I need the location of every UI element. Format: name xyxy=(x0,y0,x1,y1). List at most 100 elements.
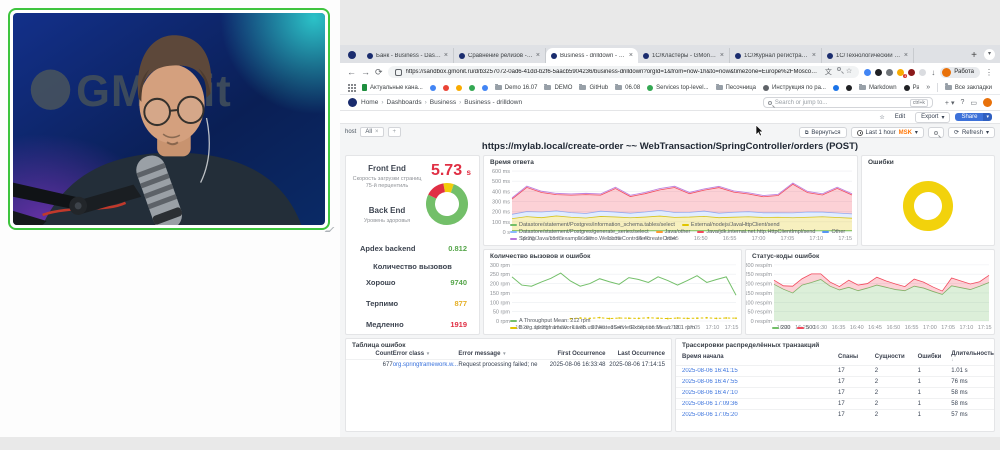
zoom-out-button[interactable] xyxy=(927,127,944,138)
chart-legend[interactable]: 200 500 xyxy=(746,325,994,334)
legend-item[interactable]: Spring/Java/com.example.demo.WelcomeCont… xyxy=(510,236,677,242)
share-button[interactable]: Share xyxy=(955,113,984,121)
add-filter-button[interactable]: + xyxy=(387,127,402,137)
breadcrumb-item[interactable]: Home xyxy=(361,99,378,106)
breadcrumb-item[interactable]: Dashboards xyxy=(387,99,422,106)
legend-item[interactable]: Java/jdk.internal.net.http.HttpClientImp… xyxy=(697,229,815,235)
column-header[interactable]: Ошибки xyxy=(918,354,952,360)
tab-close-icon[interactable]: × xyxy=(812,52,816,59)
downloads-icon[interactable]: ↓ xyxy=(931,68,935,77)
bookmark-item[interactable]: Markdown xyxy=(858,84,897,91)
response-time-chart[interactable]: 600 ms 500 ms 400 ms 300 ms 200 ms 100 ms 0 s1… xyxy=(484,166,857,242)
browser-tab[interactable]: Business - drilldown - Busin× xyxy=(546,48,638,63)
bookmark-item[interactable]: 06.08 xyxy=(615,84,640,91)
errors-donut-chart[interactable] xyxy=(902,180,954,232)
sort-desc-icon[interactable]: ↓ xyxy=(951,357,953,362)
bookmark-item[interactable] xyxy=(845,84,852,91)
trace-start-time-link[interactable]: 2025-08-06 16:41:15 xyxy=(682,368,838,374)
throughput-chart[interactable]: 300 rpm 250 rpm 200 rpm 150 rpm 100 rpm 50 rp… xyxy=(484,260,741,331)
new-dashboard-button[interactable]: + ▾ xyxy=(945,99,955,107)
tab-close-icon[interactable]: × xyxy=(720,52,724,59)
legend-item[interactable]: A Throughput Mean: 212 rpm xyxy=(510,318,590,324)
bookmark-item[interactable] xyxy=(455,84,462,91)
trace-start-time-link[interactable]: 2025-08-06 16:47:10 xyxy=(682,390,838,396)
grafana-search-input[interactable]: Search or jump to... ctrl+k xyxy=(762,97,933,108)
status-codes-chart[interactable]: 300 resp/m 250 resp/m 200 resp/m 150 resp/m… xyxy=(744,260,994,331)
bookmark-item[interactable]: Актуальные кана... xyxy=(362,84,423,91)
new-tab-button[interactable]: + xyxy=(964,50,984,63)
legend-item[interactable]: External/nodejs/JavaHttpClient/send xyxy=(681,222,780,228)
tab-close-icon[interactable]: × xyxy=(536,52,540,59)
bookmark-item[interactable]: Demo 16.07 xyxy=(494,84,537,91)
legend-item[interactable]: B org.springframework.web.util.NestedSer… xyxy=(510,325,695,331)
bookmark-item[interactable] xyxy=(481,84,488,91)
browser-tab[interactable]: 1С/Кластеры - GMonit - Da× xyxy=(638,48,730,63)
extension-darkred[interactable] xyxy=(908,68,916,76)
column-header[interactable]: Last Occurrence xyxy=(606,351,665,357)
bookmark-item[interactable]: DEMO xyxy=(544,84,572,91)
tab-list-caret-icon[interactable]: ▾ xyxy=(984,49,995,60)
legend-item[interactable]: Java/other xyxy=(655,229,690,235)
browser-tab[interactable]: 1С/Журнал регистрации - × xyxy=(730,48,822,63)
extension-black[interactable] xyxy=(875,68,883,76)
help-icon[interactable]: ? xyxy=(960,99,964,106)
column-header[interactable]: Error class ▼ xyxy=(393,351,459,357)
extension-blue[interactable] xyxy=(864,68,872,76)
extension-light[interactable] xyxy=(919,68,927,76)
bookmark-item[interactable] xyxy=(832,84,839,91)
bookmark-star-icon[interactable]: ☆ xyxy=(846,67,852,77)
bookmark-item[interactable]: Инструкция по ра... xyxy=(763,84,826,91)
column-header[interactable]: First Occurrence xyxy=(546,351,605,357)
webcam-video[interactable]: GMonit xyxy=(8,8,330,230)
back-icon[interactable]: ← xyxy=(347,67,356,77)
column-header[interactable]: Время начала xyxy=(682,354,838,360)
column-header[interactable]: Спаны xyxy=(838,354,875,360)
profile-chip[interactable]: Работа xyxy=(940,66,980,78)
breadcrumb-item[interactable]: Business - drilldown xyxy=(464,99,522,106)
favorite-star-icon[interactable]: ☆ xyxy=(879,114,884,121)
bookmark-item[interactable] xyxy=(468,84,475,91)
reload-icon[interactable]: ⟳ xyxy=(375,67,383,77)
column-header[interactable]: Сущности xyxy=(875,354,918,360)
browser-menu-icon[interactable]: ⋮ xyxy=(985,68,993,77)
filter-icon[interactable]: ▼ xyxy=(502,351,506,356)
address-bar[interactable]: https://sandbox.gmonit.ru/d/b3257072-0ad… xyxy=(387,66,860,78)
edit-button[interactable]: Edit xyxy=(889,113,911,121)
bookmark-item[interactable]: Services top-level... xyxy=(647,84,709,91)
time-range-picker[interactable]: Last 1 hour MSK ▾ xyxy=(850,127,924,138)
legend-item[interactable]: Other xyxy=(822,229,845,235)
export-button[interactable]: Export ▾ xyxy=(915,111,951,123)
column-header[interactable]: Error message ▼ xyxy=(458,351,546,357)
bookmarks-overflow-icon[interactable]: » xyxy=(926,84,930,91)
tab-close-icon[interactable]: × xyxy=(629,52,633,59)
bookmark-item[interactable] xyxy=(429,84,436,91)
browser-tab[interactable]: Банк - Business - Dashboar× xyxy=(362,48,454,63)
browser-tab[interactable]: Сравнение релизов - Busin× xyxy=(454,48,546,63)
browser-tab[interactable]: 1С/Технологический журн × xyxy=(822,48,914,63)
legend-item[interactable]: 200 xyxy=(772,325,790,331)
legend-item[interactable]: Datastore/statement/Postgres/information… xyxy=(510,222,675,228)
forward-icon[interactable]: → xyxy=(361,67,370,77)
bookmark-item[interactable]: Песочница xyxy=(715,84,756,91)
back-end-health-donut[interactable] xyxy=(425,182,469,226)
bookmark-item[interactable]: GitHub xyxy=(579,84,608,91)
refresh-button[interactable]: ⟳ Refresh ▾ xyxy=(947,127,995,138)
tab-close-icon[interactable]: × xyxy=(904,52,908,59)
column-header[interactable]: Длительность ↓ xyxy=(951,351,994,363)
grafana-avatar[interactable] xyxy=(983,98,992,107)
extension-gray[interactable] xyxy=(886,68,894,76)
back-to-dashboard-button[interactable]: ⧉ Вернуться xyxy=(798,127,847,138)
filter-icon[interactable]: ▼ xyxy=(426,351,430,356)
chart-legend[interactable]: A Throughput Mean: 212 rpm B org.springfr… xyxy=(484,318,741,334)
bookmark-item[interactable]: Разобрать xyxy=(903,84,919,91)
trace-start-time-link[interactable]: 2025-08-06 17:05:20 xyxy=(682,412,838,418)
trace-start-time-link[interactable]: 2025-08-06 16:47:55 xyxy=(682,379,838,385)
tab-close-icon[interactable]: × xyxy=(444,52,448,59)
legend-item[interactable]: 500 xyxy=(797,325,815,331)
share-caret-button[interactable]: ▾ xyxy=(983,113,992,121)
remove-filter-icon[interactable]: × xyxy=(375,129,379,135)
all-bookmarks-button[interactable]: Все закладки xyxy=(944,83,992,91)
grafana-logo[interactable] xyxy=(348,98,357,107)
pinned-tab-favicon[interactable] xyxy=(348,51,356,59)
site-info-icon[interactable] xyxy=(394,68,402,76)
